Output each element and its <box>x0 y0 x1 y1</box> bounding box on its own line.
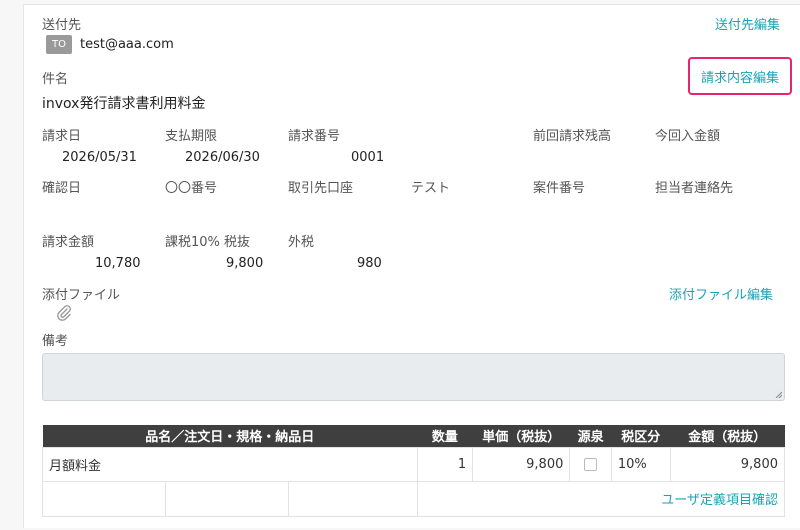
withholding-checkbox[interactable] <box>584 457 598 471</box>
taxable-amount-value: 9,800 <box>226 256 264 271</box>
invoice-date-label: 請求日 <box>42 129 82 144</box>
user-defined-cell: ユーザ定義項目確認 <box>416 480 786 517</box>
invoice-number-label: 請求番号 <box>288 129 341 144</box>
invoice-date-value: 2026/05/31 <box>62 150 137 165</box>
line-items-table: 品名／注文日・規格・納品日 数量 単価（税抜） 源泉 税区分 金額（税抜） 月額… <box>42 425 786 517</box>
confirm-date-label: 確認日 <box>42 181 82 196</box>
notes-label: 備考 <box>42 334 69 349</box>
subject-label: 件名 <box>42 72 69 87</box>
column-header-withholding: 源泉 <box>569 425 612 447</box>
notes-textarea[interactable] <box>42 353 785 401</box>
paperclip-icon[interactable] <box>54 303 74 327</box>
resize-handle-icon[interactable] <box>775 391 782 398</box>
test-label: テスト <box>411 181 451 196</box>
tax-value: 980 <box>357 256 382 271</box>
table-row: 月額料金 1 9,800 10% 9,800 <box>42 446 786 482</box>
column-header-quantity: 数量 <box>417 425 473 447</box>
column-header-amount: 金額（税抜） <box>670 425 785 447</box>
withholding-cell <box>569 446 612 482</box>
tax-label: 外税 <box>288 235 315 250</box>
column-header-unit-price: 単価（税抜） <box>472 425 570 447</box>
invoice-amount-label: 請求金額 <box>42 235 95 250</box>
edit-recipient-link[interactable]: 送付先編集 <box>715 14 780 33</box>
invoice-amount-value: 10,780 <box>95 256 141 271</box>
contact-label: 担当者連絡先 <box>655 181 734 196</box>
confirm-user-defined-items-link[interactable]: ユーザ定義項目確認 <box>661 493 778 508</box>
edit-invoice-content-link[interactable]: 請求内容編集 <box>701 67 779 86</box>
invoice-number-value: 0001 <box>351 150 385 165</box>
column-header-tax-category: 税区分 <box>611 425 671 447</box>
item-name: 月額料金 <box>42 446 418 482</box>
item-quantity: 1 <box>416 446 474 482</box>
due-date-value: 2026/06/30 <box>185 150 260 165</box>
recipient-email: test@aaa.com <box>80 37 174 52</box>
user-defined-cells <box>42 480 418 517</box>
recipient-label: 送付先 <box>42 18 82 33</box>
subject-value: invox発行請求書利用料金 <box>42 96 206 112</box>
attachments-label: 添付ファイル <box>42 288 121 303</box>
item-amount: 9,800 <box>669 446 786 482</box>
case-number-label: 案件番号 <box>533 181 586 196</box>
column-header-item: 品名／注文日・規格・納品日 <box>42 425 418 447</box>
previous-balance-label: 前回請求残高 <box>533 129 612 144</box>
item-tax-category: 10% <box>610 446 671 482</box>
due-date-label: 支払期限 <box>165 129 218 144</box>
client-account-label: 取引先口座 <box>288 181 354 196</box>
taxable-amount-label: 課税10% 税抜 <box>165 235 251 250</box>
user-defined-row: ユーザ定義項目確認 <box>42 480 786 517</box>
to-badge: TO <box>46 35 72 54</box>
item-unit-price: 9,800 <box>472 446 571 482</box>
edit-attachments-link[interactable]: 添付ファイル編集 <box>669 284 773 303</box>
this-payment-label: 今回入金額 <box>655 129 721 144</box>
oo-number-label: 〇〇番号 <box>165 181 218 196</box>
